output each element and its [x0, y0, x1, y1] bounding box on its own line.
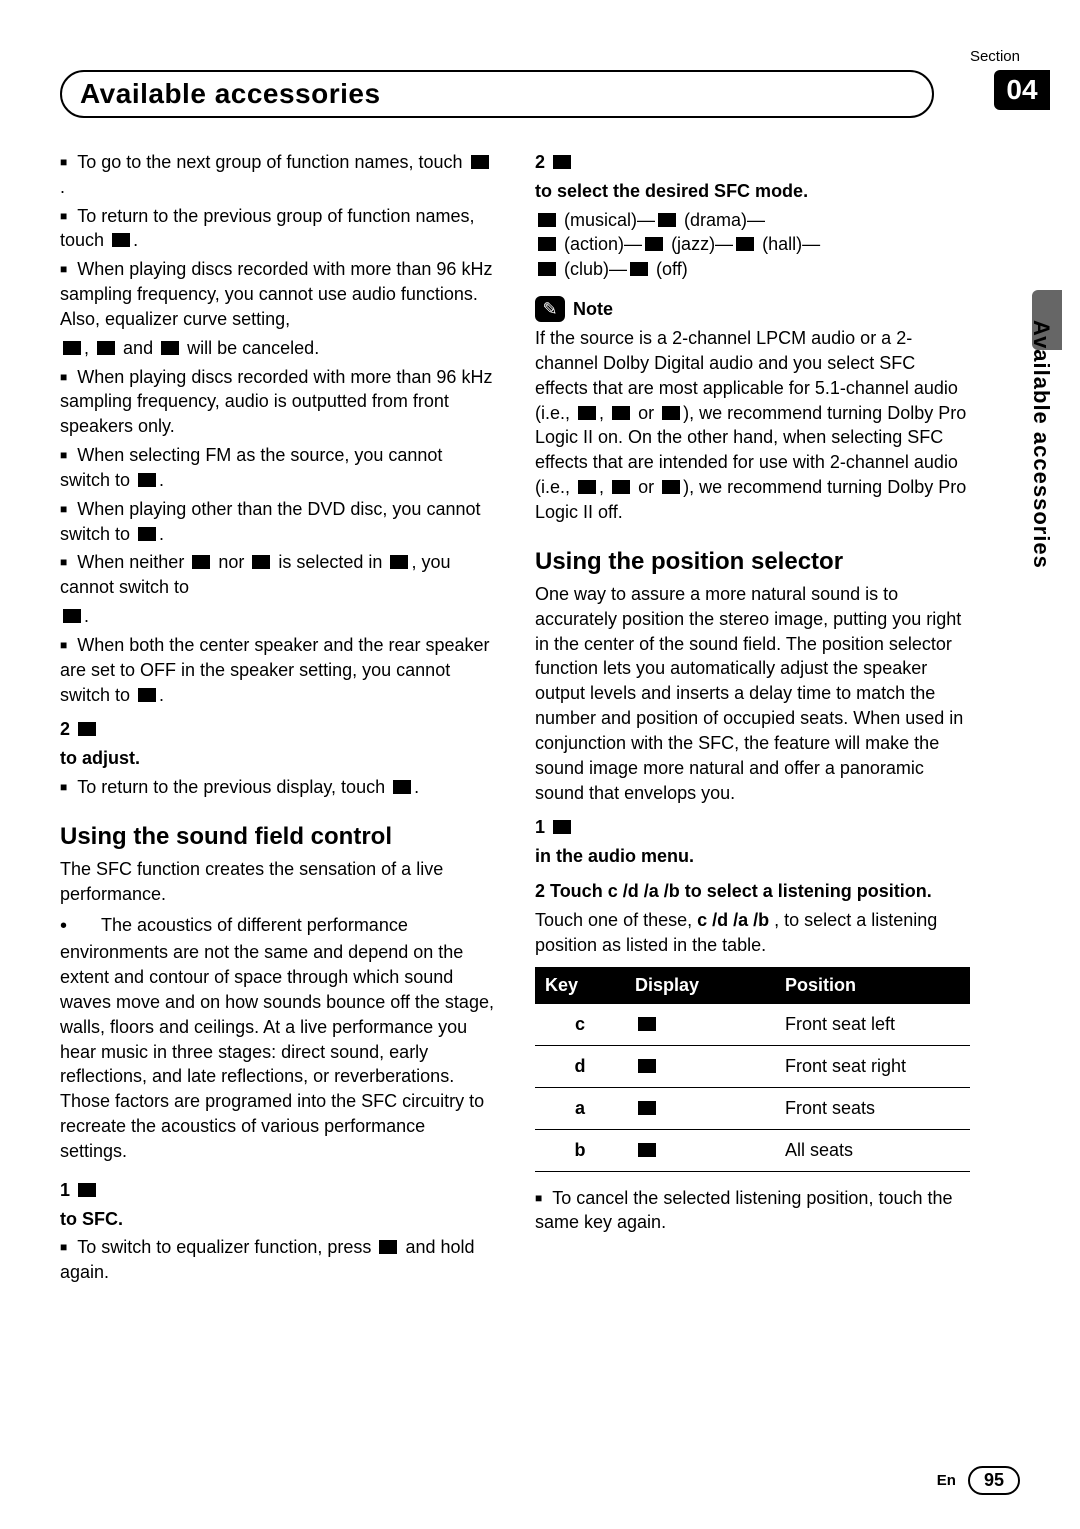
key-icon: [638, 1143, 656, 1157]
key-icon: [192, 555, 210, 569]
step-heading: 2: [60, 717, 495, 742]
body-text: When playing other than the DVD disc, yo…: [60, 497, 495, 547]
key-icon: [138, 527, 156, 541]
mode-list: (musical)— (drama)— (action)— (jazz)— (h…: [535, 208, 970, 282]
key-icon: [662, 480, 680, 494]
body-text: .: [60, 604, 495, 629]
key-icon: [538, 237, 556, 251]
side-section-title: Available accessories: [1028, 320, 1054, 569]
step-heading: 2: [535, 150, 970, 175]
key-icon: [379, 1240, 397, 1254]
key-icon: [553, 155, 571, 169]
key-icon: [63, 609, 81, 623]
key-icon: [538, 262, 556, 276]
table-header-key: Key: [535, 967, 625, 1004]
key-icon: [97, 341, 115, 355]
table-row: bAll seats: [535, 1129, 970, 1171]
key-icon: [471, 155, 489, 169]
step-heading: to SFC.: [60, 1207, 495, 1232]
key-icon: [553, 820, 571, 834]
body-text: When selecting FM as the source, you can…: [60, 443, 495, 493]
body-text: To switch to equalizer function, press a…: [60, 1235, 495, 1285]
key-icon: [645, 237, 663, 251]
right-column: 2 to select the desired SFC mode. (music…: [535, 150, 970, 1289]
note-header: ✎ Note: [535, 296, 970, 322]
key-icon: [612, 480, 630, 494]
body-text: , and will be canceled.: [60, 336, 495, 361]
body-text: To return to the previous display, touch…: [60, 775, 495, 800]
body-text: The SFC function creates the sensation o…: [60, 857, 495, 907]
key-icon: [252, 555, 270, 569]
key-icon: [638, 1059, 656, 1073]
section-header: Available accessories: [60, 70, 934, 118]
body-text: When both the center speaker and the rea…: [60, 633, 495, 707]
key-icon: [78, 1183, 96, 1197]
page-footer: En 95: [937, 1466, 1020, 1495]
body-text: When playing discs recorded with more th…: [60, 365, 495, 439]
table-row: cFront seat left: [535, 1004, 970, 1045]
body-text: Touch one of these, c /d /a /b , to sele…: [535, 908, 970, 958]
key-icon: [662, 406, 680, 420]
step-heading: 2 Touch c /d /a /b to select a listening…: [535, 879, 970, 904]
key-icon: [736, 237, 754, 251]
body-text: When neither nor is selected in , you ca…: [60, 550, 495, 600]
subsection-title: Using the sound field control: [60, 820, 495, 853]
step-heading: in the audio menu.: [535, 844, 970, 869]
key-icon: [658, 213, 676, 227]
key-icon: [630, 262, 648, 276]
body-text: To cancel the selected listening positio…: [535, 1186, 970, 1236]
note-text: If the source is a 2-channel LPCM audio …: [535, 326, 970, 525]
key-icon: [112, 233, 130, 247]
page-number: 95: [968, 1466, 1020, 1495]
table-header-position: Position: [775, 967, 970, 1004]
key-icon: [63, 341, 81, 355]
step-heading: 1: [60, 1178, 495, 1203]
key-icon: [390, 555, 408, 569]
key-icon: [138, 688, 156, 702]
key-icon: [638, 1017, 656, 1031]
table-row: dFront seat right: [535, 1046, 970, 1088]
key-icon: [161, 341, 179, 355]
table-row: aFront seats: [535, 1087, 970, 1129]
note-label: Note: [573, 297, 613, 322]
step-heading: to select the desired SFC mode.: [535, 179, 970, 204]
table-header-display: Display: [625, 967, 775, 1004]
key-icon: [578, 480, 596, 494]
body-text: When playing discs recorded with more th…: [60, 257, 495, 331]
key-icon: [393, 780, 411, 794]
body-bullet: The acoustics of different performance e…: [60, 913, 495, 1164]
key-icon: [638, 1101, 656, 1115]
body-text: To go to the next group of function name…: [60, 150, 495, 200]
lang-label: En: [937, 1472, 956, 1489]
body-text: One way to assure a more natural sound i…: [535, 582, 970, 805]
subsection-title: Using the position selector: [535, 545, 970, 578]
note-icon: ✎: [535, 296, 565, 322]
key-icon: [138, 473, 156, 487]
position-table: Key Display Position cFront seat left dF…: [535, 967, 970, 1171]
key-icon: [538, 213, 556, 227]
step-heading: to adjust.: [60, 746, 495, 771]
section-number-badge: 04: [994, 70, 1050, 110]
key-icon: [578, 406, 596, 420]
key-icon: [612, 406, 630, 420]
key-icon: [78, 722, 96, 736]
body-text: To return to the previous group of funct…: [60, 204, 495, 254]
section-label: Section: [970, 48, 1020, 65]
section-title: Available accessories: [62, 78, 381, 110]
left-column: To go to the next group of function name…: [60, 150, 495, 1289]
step-heading: 1: [535, 815, 970, 840]
